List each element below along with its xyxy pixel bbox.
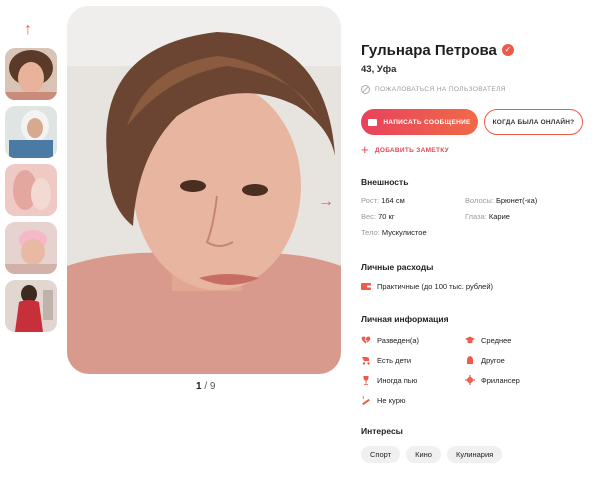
photo-counter: 1 / 9	[196, 381, 215, 392]
no-smoking-icon	[362, 395, 370, 405]
interest-tag-sport[interactable]: Спорт	[361, 446, 401, 463]
personal-info-grid: Разведен(а) Среднее Есть дети Другое Ино…	[361, 333, 596, 407]
broken-heart-icon	[361, 336, 371, 345]
wallet-icon	[361, 283, 371, 290]
body-label: Тело:	[361, 228, 380, 237]
body-value: Мускулистое	[381, 228, 427, 237]
marital-status-value: Разведен(а)	[377, 335, 420, 345]
weight-value: 70 кг	[378, 212, 395, 221]
eyes-value: Карие	[488, 212, 510, 221]
eyes-label: Глаза:	[465, 212, 487, 221]
thumbnail-5[interactable]	[5, 280, 57, 332]
main-profile-photo[interactable]	[67, 6, 341, 374]
children-value: Есть дети	[377, 355, 412, 365]
report-user-label: ПОЖАЛОВАТЬСЯ НА ПОЛЬЗОВАТЕЛЯ	[375, 86, 506, 93]
hair-label: Волосы:	[465, 196, 494, 205]
education-item: Среднее	[465, 333, 585, 347]
scroll-up-arrow-icon[interactable]: ↑	[24, 22, 32, 38]
marital-status-item: Разведен(а)	[361, 333, 465, 347]
occupation-item: Фрилансер	[465, 373, 585, 387]
appearance-title: Внешность	[361, 177, 409, 187]
age-city: 43, Уфа	[361, 64, 397, 75]
thumbnail-photo-1	[5, 48, 57, 100]
thumbnail-photo-3	[5, 164, 57, 216]
stroller-icon	[362, 357, 370, 365]
drinking-value: Иногда пью	[377, 375, 418, 385]
thumbnail-3[interactable]	[5, 164, 57, 216]
occupation-value: Фрилансер	[481, 375, 520, 385]
profile-name: Гульнара Петрова	[361, 41, 497, 59]
religion-value: Другое	[481, 355, 505, 365]
graduation-cap-icon	[465, 336, 475, 344]
add-note-link[interactable]: + ДОБАВИТЬ ЗАМЕТКУ	[361, 142, 596, 157]
send-message-button[interactable]: НАПИСАТЬ СООБЩЕНИЕ	[361, 109, 478, 135]
smoking-value: Не курю	[377, 395, 406, 405]
thumbnail-photo-4	[5, 222, 57, 274]
expenses-title: Личные расходы	[361, 262, 434, 272]
smoking-item: Не курю	[361, 393, 465, 407]
height-field: Рост: 164 см	[361, 196, 465, 205]
drinking-item: Иногда пью	[361, 373, 465, 387]
personal-info-title: Личная информация	[361, 314, 449, 324]
block-icon	[361, 85, 370, 94]
hair-field: Волосы: Брюнет(-ка)	[465, 196, 585, 205]
profile-info: Гульнара Петрова ✓ 43, Уфа ПОЖАЛОВАТЬСЯ …	[361, 40, 596, 463]
next-photo-arrow-icon[interactable]: →	[318, 193, 334, 211]
interest-tag-cinema[interactable]: Кино	[406, 446, 441, 463]
portrait-image	[67, 6, 341, 374]
interest-tag-cooking[interactable]: Кулинария	[446, 446, 503, 463]
plus-icon: +	[361, 142, 369, 157]
children-item: Есть дети	[361, 353, 465, 367]
interests-title: Интересы	[361, 426, 403, 436]
thumbnail-photo-2	[5, 106, 57, 158]
last-online-button[interactable]: КОГДА БЫЛА ОНЛАЙН?	[484, 109, 583, 135]
gear-icon	[465, 375, 475, 385]
envelope-icon	[368, 118, 378, 126]
expenses-item: Практичные (до 100 тыс. рублей)	[361, 279, 596, 293]
thumbnail-photo-5	[5, 280, 57, 332]
thumbnail-1[interactable]	[5, 48, 57, 100]
thumbnail-2[interactable]	[5, 106, 57, 158]
interests-tags: Спорт Кино Кулинария	[361, 446, 596, 463]
body-field: Тело: Мускулистое	[361, 228, 465, 237]
education-value: Среднее	[481, 335, 512, 345]
last-online-label: КОГДА БЫЛА ОНЛАЙН?	[492, 118, 575, 126]
weight-label: Вес:	[361, 212, 377, 221]
hair-value: Брюнет(-ка)	[495, 196, 538, 205]
photo-counter-current: 1	[196, 381, 202, 392]
eyes-field: Глаза: Карие	[465, 212, 585, 221]
send-message-label: НАПИСАТЬ СООБЩЕНИЕ	[383, 118, 471, 126]
wine-glass-icon	[363, 376, 369, 385]
height-value: 164 см	[381, 196, 405, 205]
height-label: Рост:	[361, 196, 380, 205]
add-note-label: ДОБАВИТЬ ЗАМЕТКУ	[374, 146, 449, 154]
hands-icon	[467, 356, 473, 364]
expenses-value: Практичные (до 100 тыс. рублей)	[377, 281, 494, 291]
report-user-link[interactable]: ПОЖАЛОВАТЬСЯ НА ПОЛЬЗОВАТЕЛЯ	[361, 85, 596, 94]
weight-field: Вес: 70 кг	[361, 212, 465, 221]
verified-badge-icon: ✓	[501, 44, 514, 56]
photo-counter-total: / 9	[204, 381, 216, 392]
thumbnail-4[interactable]	[5, 222, 57, 274]
religion-item: Другое	[465, 353, 585, 367]
